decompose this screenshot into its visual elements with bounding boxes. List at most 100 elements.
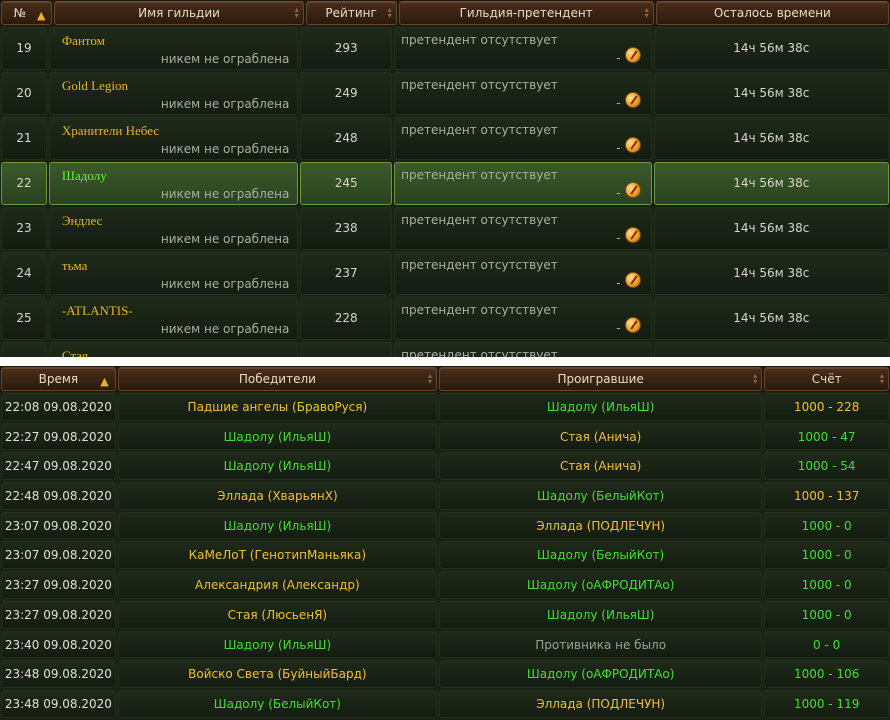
battle-winner[interactable]: Шадолу (ИльяШ) [117,511,438,540]
guild-row[interactable]: 24 тьма никем не ограблена 237 претендент от… [0,251,890,296]
guild-name-link[interactable]: -ATLANTIS- [62,303,133,319]
pretender-cell: претендент отсутствует - [394,207,652,250]
column-header-number-label: № [13,6,26,20]
pretender-status: претендент отсутствует [401,78,558,92]
attack-coin-icon[interactable] [624,272,641,288]
sort-arrows-icon: ▴ ▾ [294,5,299,20]
battle-loser[interactable]: Эллада (ПОДЛЕЧУН) [439,511,763,540]
column-header-time-left[interactable]: Осталось времени [655,1,890,25]
battle-loser[interactable]: Шадолу (ИльяШ) [439,600,763,629]
column-header-losers[interactable]: Проигравшие ▴ ▾ [439,367,763,391]
column-header-winners-label: Победители [238,372,316,386]
column-header-pretender[interactable]: Гильдия-претендент ▴ ▾ [398,1,654,25]
battle-loser[interactable]: Стая (Анича) [439,452,763,481]
battle-loser[interactable]: Шадолу (БелыйКот) [439,541,763,570]
column-header-rating[interactable]: Рейтинг ▴ ▾ [305,1,397,25]
time-left [653,342,890,357]
guild-name-link[interactable]: Фантом [62,33,105,49]
battle-score: 1000 - 119 [764,689,889,718]
pretender-status: претендент отсутствует [401,303,558,317]
guild-name-link[interactable]: Хранители Небес [62,123,159,139]
guild-row[interactable]: 22 Шадолу никем не ограблена 245 претендент … [0,161,890,206]
battle-winner[interactable]: Шадолу (БелыйКот) [117,689,438,718]
pretender-cell: претендент отсутствует - [394,252,652,295]
guild-name-cell: Фантом никем не ограблена [48,27,299,70]
battle-row: 23:48 09.08.2020 Войско Света (БуйныйБард… [0,659,890,689]
battle-row: 23:40 09.08.2020 Шадолу (ИльяШ) Противника… [0,630,890,660]
guild-robbery-status: никем не ограблена [160,52,290,66]
guild-rating: 249 [300,72,393,115]
battle-winner[interactable]: Войско Света (БуйныйБард) [117,660,438,688]
guild-rank: 25 [1,297,47,340]
time-left: 14ч 56м 38с [653,27,890,70]
column-header-number[interactable]: № ▲ [1,1,53,25]
pretender-dash: - [616,276,621,290]
battle-time: 22:48 09.08.2020 [1,482,116,510]
pretender-status: претендент отсутствует [401,348,558,357]
battle-time: 23:40 09.08.2020 [1,630,116,659]
guild-name-link[interactable]: Эндлес [62,213,103,229]
guild-row[interactable]: 25 -ATLANTIS-никем не ограблена 228 претенд… [0,296,890,341]
battle-loser[interactable]: Шадолу (оАФРОДИТАо) [439,571,763,599]
attack-coin-icon[interactable] [624,227,641,243]
battle-time: 23:07 09.08.2020 [1,511,116,540]
battle-row: 23:27 09.08.2020 Александрия (Александр) Ш… [0,570,890,600]
guild-name-cell: Хранители Небес никем не ограблена [48,117,299,160]
column-header-score[interactable]: Счёт ▴ ▾ [764,367,889,391]
battle-winner[interactable]: Шадолу (ИльяШ) [117,422,438,451]
sort-arrows-icon: ▴ ▾ [879,371,884,386]
guild-name-cell: тьма никем не ограблена [48,252,299,295]
battle-score: 1000 - 228 [764,393,889,421]
guild-name-link[interactable]: Стая [62,348,88,357]
time-left: 14ч 56м 38с [653,117,890,160]
column-header-guild-name[interactable]: Имя гильдии ▴ ▾ [54,1,304,25]
pretender-cell: претендент отсутствует - [394,72,652,115]
attack-coin-icon[interactable] [624,137,641,153]
battle-winner[interactable]: Падшие ангелы (БравоРуся) [117,393,438,421]
guild-robbery-status: никем не ограблена [160,232,290,246]
battle-loser[interactable]: Шадолу (оАФРОДИТАо) [439,660,763,688]
battle-winner[interactable]: Стая (ЛюсьенЯ) [117,600,438,629]
battle-loser[interactable]: Эллада (ПОДЛЕЧУН) [439,689,763,718]
column-header-winners[interactable]: Победители ▴ ▾ [117,367,438,391]
guild-name-cell: Эндлес никем не ограблена [48,207,299,250]
guild-name-link[interactable]: тьма [62,258,88,274]
guild-row[interactable]: 19 Фантом никем не ограблена 293 претендент … [0,26,890,71]
battle-time: 22:08 09.08.2020 [1,393,116,421]
column-header-losers-label: Проигравшие [557,372,644,386]
battle-row: 22:48 09.08.2020 Эллада (ХварьянХ) Шадолу … [0,481,890,511]
battle-winner[interactable]: Шадолу (ИльяШ) [117,452,438,481]
battle-loser[interactable]: Противника не было [439,630,763,659]
guild-name-cell: Стая [48,342,299,357]
attack-coin-icon[interactable] [624,317,641,333]
attack-coin-icon[interactable] [624,47,641,63]
battle-winner[interactable]: Эллада (ХварьянХ) [117,482,438,510]
guild-rating-rows: 19 Фантом никем не ограблена 293 претендент … [0,26,890,357]
column-header-score-label: Счёт [811,372,842,386]
guild-name-link[interactable]: Gold Legion [62,78,128,94]
attack-coin-icon[interactable] [624,92,641,108]
pretender-status: претендент отсутствует [401,33,558,47]
attack-coin-icon[interactable] [624,182,641,198]
battle-history-rows: 22:08 09.08.2020 Падшие ангелы (БравоРуся… [0,392,890,719]
battle-score: 1000 - 0 [764,541,889,570]
guild-name-link[interactable]: Шадолу [62,168,107,184]
battle-winner[interactable]: Александрия (Александр) [117,571,438,599]
battle-loser[interactable]: Шадолу (ИльяШ) [439,393,763,421]
battle-loser[interactable]: Стая (Анича) [439,422,763,451]
battle-time: 23:27 09.08.2020 [1,571,116,599]
guild-robbery-status: никем не ограблена [160,187,290,201]
guild-row[interactable]: 23 Эндлес никем не ограблена 238 претендент … [0,206,890,251]
column-header-rating-label: Рейтинг [325,6,377,20]
guild-name-cell: Gold Legion никем не ограблена [48,72,299,115]
battle-winner[interactable]: Шадолу (ИльяШ) [117,630,438,659]
guild-row[interactable]: 20 Gold Legion никем не ограблена 249 претен… [0,71,890,116]
pretender-dash: - [616,51,621,65]
guild-row[interactable]: Стая претендент отсутствует [0,341,890,357]
guild-robbery-status: никем не ограблена [160,142,290,156]
column-header-time[interactable]: Время ▲ [1,367,116,391]
battle-loser[interactable]: Шадолу (БелыйКот) [439,482,763,510]
guild-row[interactable]: 21 Хранители Небес никем не ограблена 248 пр… [0,116,890,161]
battle-winner[interactable]: КаМеЛоТ (ГенотипМаньяка) [117,541,438,570]
guild-rank: 24 [1,252,47,295]
